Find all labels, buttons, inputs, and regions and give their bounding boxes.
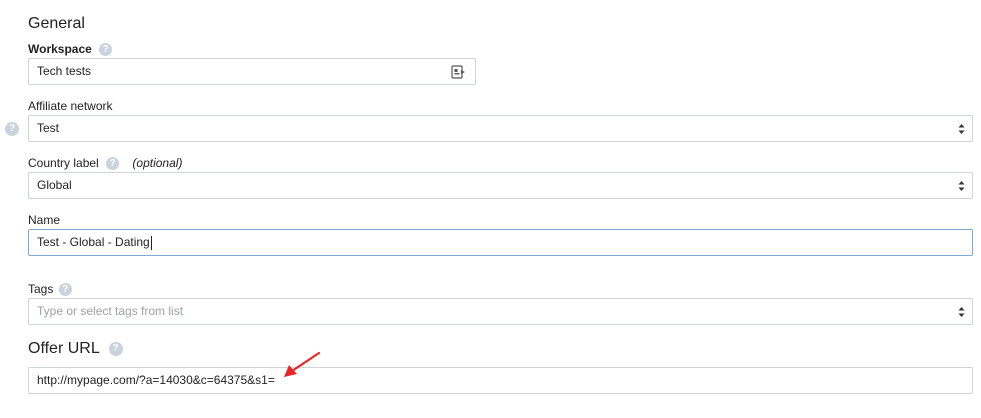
workspace-value: Tech tests (37, 64, 92, 78)
affiliate-network-value: Test (37, 121, 60, 135)
offer-url-title: Offer URL (28, 340, 100, 357)
country-label-text: Country label (28, 156, 99, 170)
tags-help-icon[interactable]: ? (58, 283, 72, 297)
country-label-select[interactable]: Global (28, 172, 973, 199)
name-value: Test - Global - Dating (37, 235, 150, 249)
country-label-label: Country label ? (optional) (28, 156, 183, 171)
workspace-field[interactable]: Tech tests (28, 58, 476, 85)
affiliate-network-label: Affiliate network (28, 99, 113, 113)
chevron-updown-icon (958, 307, 965, 317)
name-label: Name (28, 213, 61, 227)
section-title-general: General (28, 15, 85, 32)
tags-placeholder: Type or select tags from list (37, 304, 184, 318)
workspace-switch-icon[interactable] (451, 65, 466, 79)
name-input[interactable]: Test - Global - Dating (28, 229, 973, 256)
annotation-arrow-icon (284, 351, 321, 377)
tags-label-text: Tags (28, 282, 54, 296)
affiliate-network-help-icon[interactable]: ? (5, 122, 19, 136)
workspace-help-icon[interactable]: ? (99, 43, 113, 57)
country-label-value: Global (37, 178, 72, 192)
text-caret (150, 235, 152, 250)
chevron-updown-icon (958, 124, 965, 134)
affiliate-network-select[interactable]: Test (28, 115, 973, 142)
workspace-label: Workspace ? (28, 42, 113, 57)
section-title-offer-url: Offer URL ? (28, 340, 123, 358)
offer-url-input[interactable]: http://mypage.com/?a=14030&c=64375&s1= (28, 367, 973, 394)
optional-hint: (optional) (132, 156, 183, 170)
country-label-help-icon[interactable]: ? (106, 157, 120, 171)
offer-url-help-icon[interactable]: ? (108, 342, 123, 356)
tags-label: Tags ? (28, 282, 72, 297)
chevron-updown-icon (958, 181, 965, 191)
offer-url-value: http://mypage.com/?a=14030&c=64375&s1= (37, 373, 275, 387)
workspace-label-text: Workspace (28, 42, 92, 56)
tags-select[interactable]: Type or select tags from list (28, 298, 973, 325)
